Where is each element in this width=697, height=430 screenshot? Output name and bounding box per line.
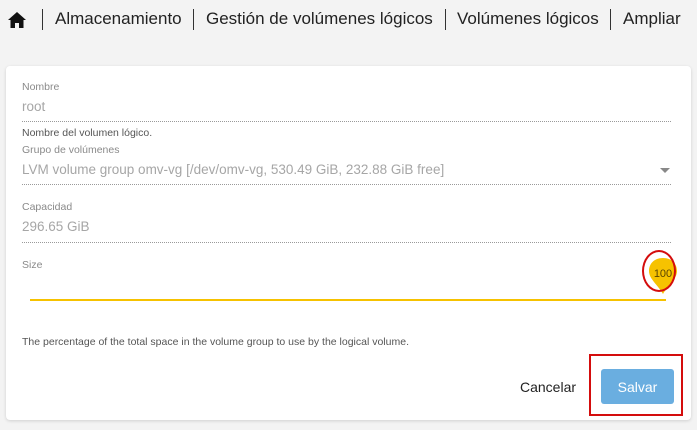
capacity-label: Capacidad <box>22 201 73 213</box>
breadcrumb-separator <box>445 9 446 30</box>
volume-group-underline <box>22 184 671 185</box>
volume-group-select: LVM volume group omv-vg [/dev/omv-vg, 53… <box>22 162 445 177</box>
breadcrumb-separator <box>42 9 43 30</box>
breadcrumb: Almacenamiento Gestión de volúmenes lógi… <box>0 0 697 40</box>
name-hint: Nombre del volumen lógico. <box>22 127 153 139</box>
breadcrumb-item-lvm[interactable]: Gestión de volúmenes lógicos <box>206 9 433 29</box>
size-label: Size <box>22 259 43 271</box>
slider-thumb[interactable]: 100 <box>646 256 680 300</box>
volume-group-label: Grupo de volúmenes <box>22 144 120 156</box>
breadcrumb-item-storage[interactable]: Almacenamiento <box>55 9 182 29</box>
breadcrumb-item-logical-volumes[interactable]: Volúmenes lógicos <box>457 9 599 29</box>
form-card <box>6 66 691 420</box>
save-button[interactable]: Salvar <box>601 369 674 404</box>
name-label: Nombre <box>22 81 60 93</box>
breadcrumb-separator <box>193 9 194 30</box>
capacity-field: 296.65 GiB <box>22 219 90 234</box>
slider-value-label: 100 <box>653 268 673 280</box>
name-underline <box>22 121 671 122</box>
breadcrumb-item-extend: Ampliar <box>623 9 681 28</box>
breadcrumb-separator <box>610 9 611 30</box>
cancel-button[interactable]: Cancelar <box>508 370 588 404</box>
slider-track[interactable] <box>30 299 666 301</box>
name-field: root <box>22 99 46 114</box>
chevron-down-icon <box>660 168 670 173</box>
capacity-underline <box>22 242 671 243</box>
size-hint: The percentage of the total space in the… <box>22 336 409 348</box>
home-icon[interactable] <box>7 11 27 29</box>
